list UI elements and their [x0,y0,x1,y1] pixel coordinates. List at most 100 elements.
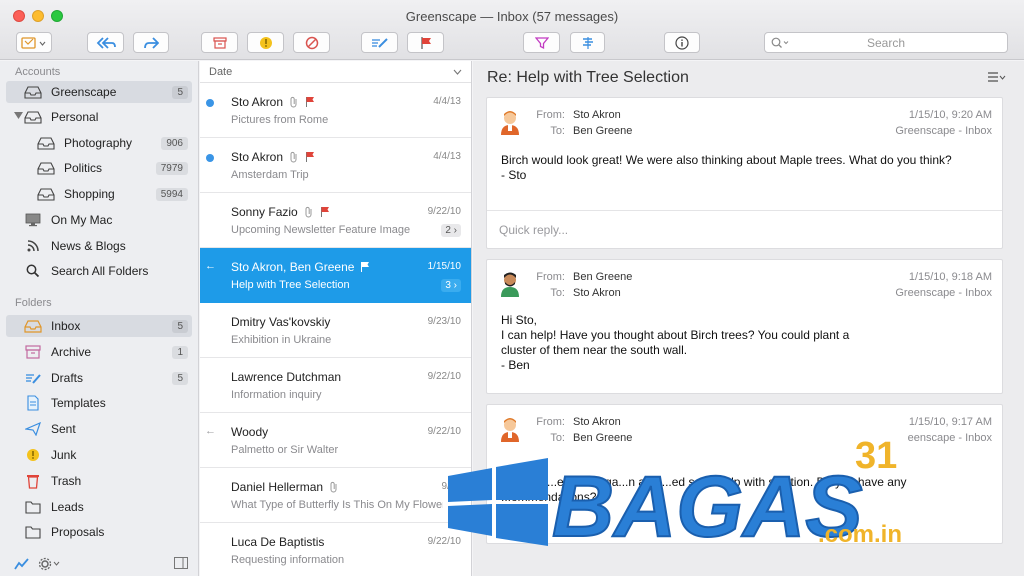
computer-icon [24,212,42,228]
sidebar-item-proposals[interactable]: Proposals [6,521,192,543]
list-item[interactable]: ← Woody 9/22/10 Palmetto or Sir Walter [200,413,471,468]
sidebar-item-shopping[interactable]: Shopping 5994 [6,183,192,205]
message-body: Hi Sto, I can help! Have you thought abo… [501,313,850,372]
list-item[interactable]: Sto Akron 4/4/13 Amsterdam Trip [200,138,471,193]
message-subject: What Type of Butterfly Is This On My Flo… [231,499,443,511]
sidebar-item-politics[interactable]: Politics 7979 [6,157,192,179]
message-datetime: 1/15/10, 9:20 AM [908,109,992,121]
message-subject: Information inquiry [231,389,322,401]
sidebar-toggle-icon[interactable] [174,557,188,569]
message-from: Sto Akron [573,416,621,428]
list-item[interactable]: Sto Akron 4/4/13 Pictures from Rome [200,83,471,138]
message-card: From: Sto Akron To: Ben Greene 1/15/10, … [486,97,1003,249]
search-field[interactable] [764,32,1008,53]
message-datetime: 1/15/10, 9:18 AM [908,271,992,283]
message-list: Date Sto Akron 4/4/13 Pictures from Rome… [200,61,472,576]
attachment-icon [330,481,337,493]
flag-icon [306,97,315,107]
sidebar-item-archive[interactable]: Archive 1 [6,341,192,363]
title-bar: Greenscape — Inbox (57 messages) [0,0,1024,60]
message-card: From: Sto Akron To: Ben Greene 1/15/10, … [486,404,1003,544]
message-date: 9/22/10 [427,426,461,437]
activity-icon[interactable] [14,557,30,571]
unread-dot [206,154,214,162]
list-menu-icon[interactable] [988,72,1006,82]
folders-header: Folders [15,297,52,309]
reply-all-icon [96,36,116,49]
message-card: From: Ben Greene To: Sto Akron 1/15/10, … [486,259,1003,394]
sent-icon [24,421,42,437]
sidebar-item-greenscape[interactable]: Greenscape 5 [6,81,192,103]
message-mailbox: eenscape - Inbox [907,432,992,444]
flag-icon [320,207,329,217]
list-item[interactable]: Luca De Baptistis 9/22/10 Requesting inf… [200,523,471,576]
block-icon [305,36,318,49]
junk-icon [24,447,42,463]
inbox-tray-icon [24,84,42,100]
reply-all-button[interactable] [87,32,124,53]
list-item[interactable]: Daniel Hellerman 9/22 What Type of Butte… [200,468,471,523]
filter-button[interactable] [523,32,560,53]
message-sender: Sto Akron, Ben Greene [231,260,355,274]
sidebar-item-photography[interactable]: Photography 906 [6,132,192,154]
sidebar-footer [0,552,199,576]
tag-button[interactable] [570,32,605,53]
sidebar-item-trash[interactable]: Trash [6,470,192,492]
sidebar: Accounts Greenscape 5 Personal Photograp… [0,61,199,576]
block-button[interactable] [293,32,330,53]
sidebar-item-news-blogs[interactable]: News & Blogs [6,235,192,257]
sort-label: Date [209,65,233,78]
compose-button[interactable] [16,32,52,53]
sidebar-item-on-my-mac[interactable]: On My Mac [6,209,192,231]
sort-header[interactable]: Date [200,61,471,83]
gear-icon[interactable] [38,557,62,571]
edit-button[interactable] [361,32,398,53]
archive-button[interactable] [201,32,238,53]
forward-icon [144,36,159,49]
list-item[interactable]: Dmitry Vas'kovskiy 9/23/10 Exhibition in… [200,303,471,358]
forward-button[interactable] [133,32,169,53]
message-sender: Luca De Baptistis [231,535,325,549]
inbox-icon [24,318,42,334]
drafts-icon [24,370,42,386]
sidebar-item-leads[interactable]: Leads [6,496,192,518]
message-subject: Pictures from Rome [231,114,329,126]
quick-reply[interactable] [487,210,1002,248]
sidebar-item-templates[interactable]: Templates [6,392,192,414]
message-sender: Sto Akron [231,150,284,164]
sidebar-item-junk[interactable]: Junk [6,444,192,466]
list-item[interactable]: Lawrence Dutchman 9/22/10 Information in… [200,358,471,413]
message-subject: Upcoming Newsletter Feature Image [231,224,411,236]
flag-button[interactable] [407,32,444,53]
quick-reply-input[interactable] [487,211,1002,248]
message-sender: Woody [231,425,269,439]
list-item-selected[interactable]: ← Sto Akron, Ben Greene 1/15/10 Help wit… [200,248,471,303]
folder-icon [24,524,42,540]
message-sender: Dmitry Vas'kovskiy [231,315,331,329]
sidebar-item-personal[interactable]: Personal [6,106,192,128]
window-title: Greenscape — Inbox (57 messages) [405,9,619,24]
list-item[interactable]: Sonny Fazio 9/22/10 Upcoming Newsletter … [200,193,471,248]
message-from: Ben Greene [573,271,633,283]
thread-count-badge[interactable]: 3 › [441,279,461,292]
message-subject: Palmetto or Sir Walter [231,444,339,456]
inbox-tray-icon [37,160,55,176]
templates-icon [24,395,42,411]
message-mailbox: Greenscape - Inbox [895,125,992,137]
info-button[interactable] [664,32,700,53]
archive-icon [24,344,42,360]
search-input[interactable] [765,33,1007,52]
sidebar-item-inbox[interactable]: Inbox 5 [6,315,192,337]
search-icon [771,37,789,48]
junk-button[interactable] [247,32,284,53]
sidebar-item-search-all-folders[interactable]: Search All Folders [6,260,192,282]
thread-count-badge[interactable]: 2 › [441,224,461,237]
message-to: Ben Greene [573,432,633,444]
search-icon [24,263,42,279]
attachment-icon [290,96,297,108]
folder-icon [24,499,42,515]
compose-icon [21,36,46,49]
sidebar-item-drafts[interactable]: Drafts 5 [6,367,192,389]
sidebar-item-sent[interactable]: Sent [6,418,192,440]
message-body: Birch would look great! We were also thi… [501,153,952,182]
